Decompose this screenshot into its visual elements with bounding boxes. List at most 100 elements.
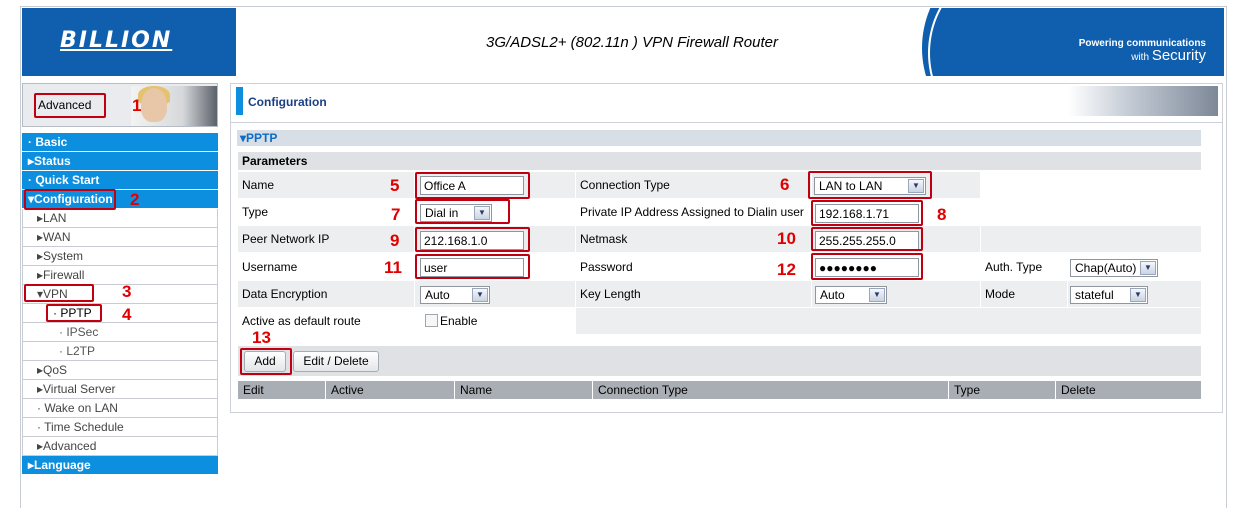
annotation-box-7 [415,199,510,224]
chevron-down-icon: ▼ [472,288,488,302]
empty-cell [576,308,1201,334]
button-row [238,346,1201,376]
annotation-box-3 [24,284,94,302]
mode-select[interactable]: stateful ▼ [1070,286,1148,304]
connection-type-label: Connection Type [576,172,811,198]
annotation-box-2 [24,189,116,210]
key-length-label: Key Length [576,281,811,307]
mode-label: Mode [981,281,1067,307]
annotation-10: 10 [777,229,796,248]
annotation-box-5 [415,172,530,199]
edit-delete-button[interactable]: Edit / Delete [293,351,379,372]
content-header: Configuration [230,83,1223,123]
tagline-security: Security [1151,47,1206,64]
annotation-box-12 [811,253,923,280]
header-banner: BILLION 3G/ADSL2+ (802.11n ) VPN Firewal… [22,8,1224,76]
photo-face [141,88,167,122]
header-decor-curve [172,8,332,76]
encryption-value: Auto [425,288,450,302]
sidebar-item-virtual-server[interactable]: ▸Virtual Server [22,380,218,399]
chevron-down-icon: ▼ [869,288,885,302]
col-name: Name [454,381,591,399]
annotation-2: 2 [130,190,140,209]
annotation-box-8 [811,200,923,226]
col-active: Active [325,381,453,399]
router-title: 3G/ADSL2+ (802.11n ) VPN Firewall Router [486,34,778,51]
auth-type-label: Auth. Type [981,254,1067,280]
key-length-value: Auto [820,288,845,302]
annotation-13: 13 [252,328,271,347]
sidebar-item-basic[interactable]: · Basic [22,133,218,152]
sidebar-item-l2tp[interactable]: · L2TP [22,342,218,361]
sidebar-item-lan[interactable]: ▸LAN [22,209,218,228]
chevron-down-icon: ▼ [1140,261,1156,275]
col-connection-type: Connection Type [592,381,947,399]
enable-label: Enable [440,314,478,328]
annotation-6: 6 [780,175,790,194]
auth-type-value: Chap(Auto) [1075,261,1137,275]
type-label: Type [238,199,414,225]
form-row-name: Name Connection Type [238,172,1201,198]
form-row-peer: Peer Network IP Netmask [238,226,1201,252]
peer-ip-label: Peer Network IP [238,226,414,252]
annotation-3: 3 [122,282,132,301]
annotation-box-1 [34,93,106,118]
tagline: Powering communications with Security [1079,38,1206,64]
auth-type-select[interactable]: Chap(Auto) ▼ [1070,259,1158,277]
form-row-type: Type Private IP Address Assigned to Dial… [238,199,1201,225]
content-header-accent [236,87,243,115]
annotation-5: 5 [390,176,400,195]
chevron-down-icon: ▼ [1130,288,1146,302]
col-type: Type [948,381,1054,399]
default-route-cell [415,308,575,334]
annotation-1: 1 [132,96,142,115]
password-label: Password [576,254,811,280]
name-label: Name [238,172,414,198]
sidebar-item-qos[interactable]: ▸QoS [22,361,218,380]
sidebar-item-language[interactable]: ▸Language [22,456,218,475]
sidebar-item-firewall[interactable]: ▸Firewall [22,266,218,285]
annotation-11: 11 [384,258,402,277]
page-title: Configuration [248,95,327,109]
col-edit: Edit [243,383,264,397]
sidebar-item-time-schedule[interactable]: · Time Schedule [22,418,218,437]
annotation-7: 7 [391,205,401,224]
annotation-box-10 [811,227,923,251]
col-delete: Delete [1055,381,1201,399]
encryption-label: Data Encryption [238,281,414,307]
form-row-username: Username Password Auth. Type [238,254,1201,280]
pptp-table-header: Edit Active Name Connection Type Type De… [238,381,1201,399]
sidebar-item-wan[interactable]: ▸WAN [22,228,218,247]
sidebar-item-status[interactable]: ▸Status [22,152,218,171]
sidebar-item-quick-start[interactable]: · Quick Start [22,171,218,190]
annotation-8: 8 [937,205,947,224]
key-length-select[interactable]: Auto ▼ [815,286,887,304]
sidebar-item-ipsec[interactable]: · IPSec [22,323,218,342]
sidebar-item-advanced[interactable]: ▸Advanced [22,437,218,456]
annotation-box-13 [240,348,292,375]
annotation-4: 4 [122,305,132,324]
encryption-select[interactable]: Auto ▼ [420,286,490,304]
parameters-heading: Parameters [238,152,1201,170]
billion-logo: BILLION [60,28,173,53]
section-pptp: ▾PPTP [237,130,1201,146]
annotation-box-9 [415,227,530,252]
private-ip-label: Private IP Address Assigned to Dialin us… [576,199,811,225]
content-header-image [1068,86,1218,116]
annotation-box-11 [415,254,530,279]
tagline-with: with [1131,52,1150,63]
mode-value: stateful [1075,288,1114,302]
empty-cell [981,172,1201,198]
empty-cell [981,199,1201,225]
sidebar-item-system[interactable]: ▸System [22,247,218,266]
form-row-encryption: Data Encryption Key Length Mode [238,281,1201,307]
annotation-box-6 [808,171,932,199]
annotation-box-4 [46,304,102,322]
empty-cell [981,226,1201,252]
form-row-default-route: Active as default route [238,308,1201,335]
netmask-label: Netmask [576,226,811,252]
sidebar-item-wake-on-lan[interactable]: · Wake on LAN [22,399,218,418]
enable-checkbox[interactable] [425,314,438,327]
annotation-9: 9 [390,231,400,250]
annotation-12: 12 [777,260,796,279]
